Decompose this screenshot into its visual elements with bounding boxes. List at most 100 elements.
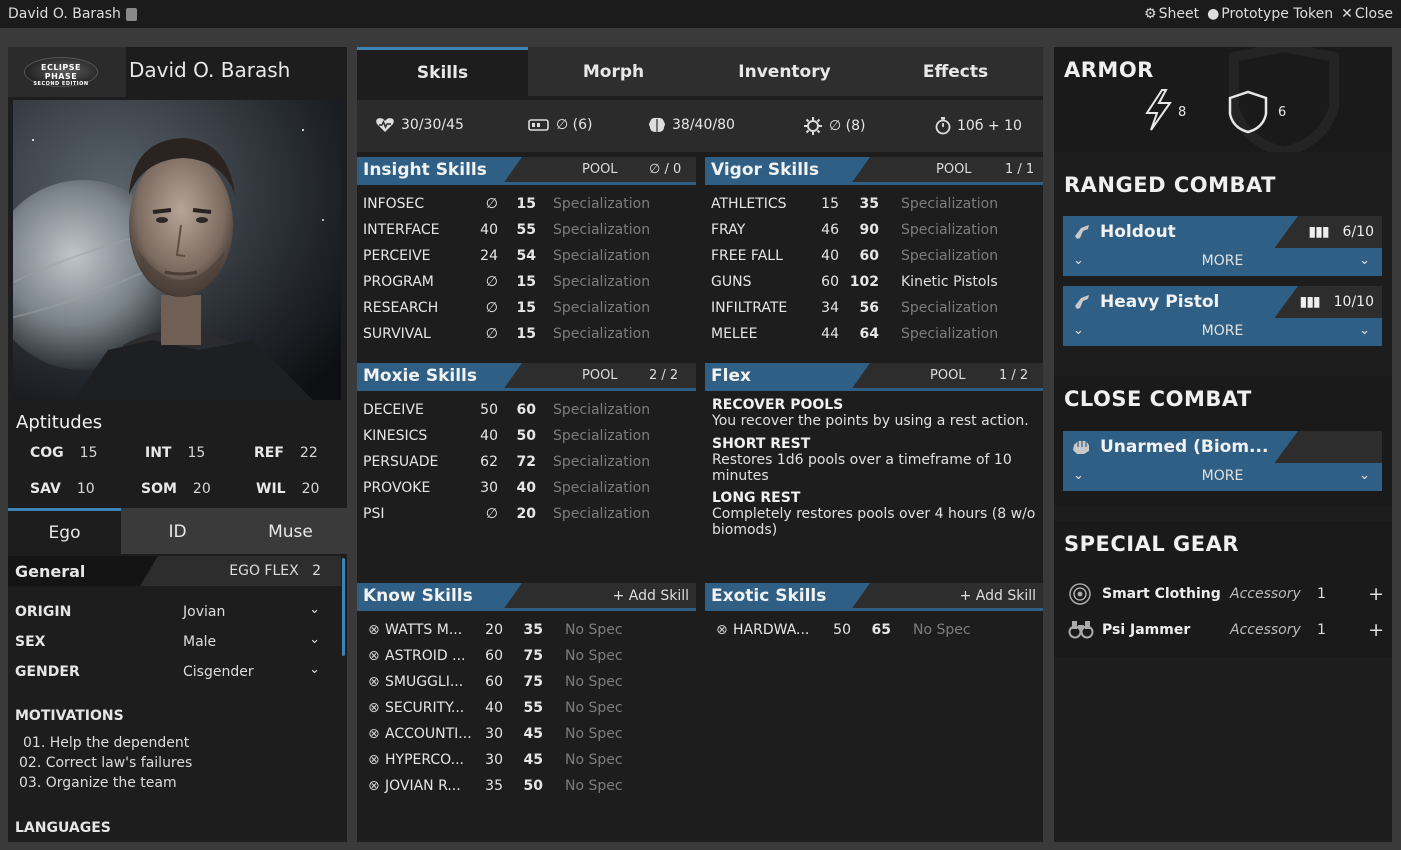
skill-specialization-input[interactable]: Specialization	[553, 326, 651, 342]
skill-row[interactable]: INTERFACE 40 55 Specialization	[363, 222, 653, 240]
skill-row[interactable]: INFOSEC ∅ 15 Specialization	[363, 196, 653, 214]
flex-short-rest[interactable]: SHORT REST Restores 1d6 pools over a time…	[712, 436, 1037, 484]
skill-row[interactable]: ⊗ HYPERCO... 30 45 No Spec	[368, 752, 688, 770]
skill-total[interactable]: 35	[513, 622, 543, 638]
mind-stat[interactable]: 38/40/80	[648, 117, 735, 133]
weapon-header[interactable]: Holdout ▮▮▮ 6/10	[1063, 216, 1382, 248]
skill-total[interactable]: 75	[513, 674, 543, 690]
skill-row[interactable]: ⊗ HARDWA... 50 65 No Spec	[716, 622, 1036, 640]
skill-total[interactable]: 35	[849, 196, 879, 212]
skill-specialization[interactable]: No Spec	[565, 674, 665, 690]
remove-circle-icon[interactable]: ⊗	[716, 622, 728, 638]
skill-specialization-input[interactable]: Specialization	[553, 428, 651, 444]
skill-specialization-input[interactable]: Specialization	[901, 248, 999, 264]
skill-specialization-input[interactable]: Specialization	[553, 506, 651, 522]
skill-total[interactable]: 60	[849, 248, 879, 264]
skill-total[interactable]: 55	[506, 222, 536, 238]
skill-total[interactable]: 56	[849, 300, 879, 316]
flex-recover-pools[interactable]: RECOVER POOLS You recover the points by u…	[712, 397, 1037, 429]
weapon-header[interactable]: Unarmed (Biom...	[1063, 431, 1382, 463]
tab-morph[interactable]: Morph	[528, 47, 699, 96]
skill-total[interactable]: 65	[861, 622, 891, 638]
remove-circle-icon[interactable]: ⊗	[368, 622, 380, 638]
skill-specialization-input[interactable]: Specialization	[901, 196, 999, 212]
skill-row[interactable]: ⊗ SMUGGLI... 60 75 No Spec	[368, 674, 688, 692]
skill-row[interactable]: ⊗ SECURITY... 40 55 No Spec	[368, 700, 688, 718]
ego-flex-value[interactable]: 2	[312, 563, 321, 579]
initiative-stat[interactable]: 10б + 10	[935, 117, 1022, 135]
skill-row[interactable]: DECEIVE 50 60 Specialization	[363, 402, 653, 420]
more-button[interactable]: MORE	[1063, 253, 1382, 269]
skill-specialization-input[interactable]: Specialization	[553, 454, 651, 470]
skill-total[interactable]: 50	[513, 778, 543, 794]
skill-row[interactable]: SURVIVAL ∅ 15 Specialization	[363, 326, 653, 344]
skill-specialization-input[interactable]: Specialization	[553, 222, 651, 238]
remove-circle-icon[interactable]: ⊗	[368, 726, 380, 742]
skill-specialization-input[interactable]: Specialization	[553, 196, 651, 212]
skill-row[interactable]: FRAY 46 90 Specialization	[711, 222, 1001, 240]
skill-specialization[interactable]: No Spec	[565, 622, 665, 638]
more-button[interactable]: MORE	[1063, 468, 1382, 484]
skill-total[interactable]: 40	[506, 480, 536, 496]
weapon-header[interactable]: Heavy Pistol ▮▮▮ 10/10	[1063, 286, 1382, 318]
tab-effects[interactable]: Effects	[870, 47, 1041, 96]
weapon-card[interactable]: Heavy Pistol ▮▮▮ 10/10 ⌄ MORE ⌄	[1063, 286, 1382, 346]
weapon-details-toggle[interactable]: ⌄ MORE ⌄	[1063, 463, 1382, 491]
skill-row[interactable]: RESEARCH ∅ 15 Specialization	[363, 300, 653, 318]
skill-row[interactable]: PERCEIVE 24 54 Specialization	[363, 248, 653, 266]
weapon-details-toggle[interactable]: ⌄ MORE ⌄	[1063, 318, 1382, 346]
aptitude-int[interactable]: INT 15	[145, 445, 205, 461]
skill-row[interactable]: PSI ∅ 20 Specialization	[363, 506, 653, 524]
skill-total[interactable]: 45	[513, 726, 543, 742]
skill-total[interactable]: 15	[506, 326, 536, 342]
skill-specialization-input[interactable]: Specialization	[901, 326, 999, 342]
skill-row[interactable]: ⊗ ACCOUNTI... 30 45 No Spec	[368, 726, 688, 744]
remove-circle-icon[interactable]: ⊗	[368, 778, 380, 794]
motivation-item[interactable]: 03. Organize the team	[19, 775, 177, 791]
moxie-pool-value[interactable]: 2 / 2	[649, 368, 678, 383]
vigor-pool-value[interactable]: 1 / 1	[1005, 162, 1034, 177]
add-icon[interactable]: +	[1368, 583, 1384, 605]
skill-total[interactable]: 60	[506, 402, 536, 418]
prototype-token-button[interactable]: ● Prototype Token	[1207, 6, 1333, 22]
gear-item[interactable]: Psi Jammer Accessory 1 +	[1068, 619, 1384, 642]
skill-specialization[interactable]: No Spec	[565, 648, 665, 664]
skill-row[interactable]: KINESICS 40 50 Specialization	[363, 428, 653, 446]
skill-specialization-input[interactable]: Specialization	[553, 300, 651, 316]
skill-total[interactable]: 45	[513, 752, 543, 768]
add-know-skill-button[interactable]: + Add Skill	[613, 588, 689, 604]
aptitude-wil[interactable]: WIL 20	[256, 481, 319, 497]
skill-specialization-input[interactable]: Specialization	[553, 248, 651, 264]
weapon-details-toggle[interactable]: ⌄ MORE ⌄	[1063, 248, 1382, 276]
flex-pool-value[interactable]: 1 / 2	[999, 368, 1028, 383]
weapon-ammo[interactable]: ▮▮▮ 10/10	[1300, 294, 1374, 310]
skill-specialization-input[interactable]: Specialization	[901, 222, 999, 238]
kinetic-armor-value[interactable]: 6	[1278, 105, 1286, 120]
skill-total[interactable]: 15	[506, 274, 536, 290]
gender-select[interactable]: GENDER Cisgender ⌄	[15, 662, 320, 680]
weapon-card[interactable]: Holdout ▮▮▮ 6/10 ⌄ MORE ⌄	[1063, 216, 1382, 276]
add-icon[interactable]: +	[1368, 619, 1384, 641]
skill-row[interactable]: ⊗ WATTS M... 20 35 No Spec	[368, 622, 688, 640]
character-portrait[interactable]	[13, 100, 341, 400]
document-icon[interactable]	[126, 8, 137, 21]
skill-specialization-input[interactable]: Specialization	[553, 274, 651, 290]
weapon-card[interactable]: Unarmed (Biom... ⌄ MORE ⌄	[1063, 431, 1382, 491]
armor-pool-stat[interactable]: ∅ (6)	[528, 117, 592, 133]
skill-specialization-input[interactable]: Specialization	[553, 480, 651, 496]
skill-total[interactable]: 54	[506, 248, 536, 264]
skill-row[interactable]: FREE FALL 40 60 Specialization	[711, 248, 1001, 266]
infection-stat[interactable]: ∅ (8)	[803, 117, 865, 135]
tab-ego[interactable]: Ego	[8, 508, 121, 554]
skill-specialization-input[interactable]: Specialization	[901, 300, 999, 316]
skill-total[interactable]: 64	[849, 326, 879, 342]
motivation-item[interactable]: 02. Correct law's failures	[19, 755, 192, 771]
tab-skills[interactable]: Skills	[357, 47, 528, 96]
remove-circle-icon[interactable]: ⊗	[368, 752, 380, 768]
chevron-down-icon[interactable]: ⌄	[1359, 253, 1370, 268]
origin-select[interactable]: ORIGIN Jovian ⌄	[15, 602, 320, 620]
remove-circle-icon[interactable]: ⊗	[368, 648, 380, 664]
character-name[interactable]: David O. Barash	[129, 58, 290, 82]
skill-total[interactable]: 20	[506, 506, 536, 522]
skill-row[interactable]: PROVOKE 30 40 Specialization	[363, 480, 653, 498]
